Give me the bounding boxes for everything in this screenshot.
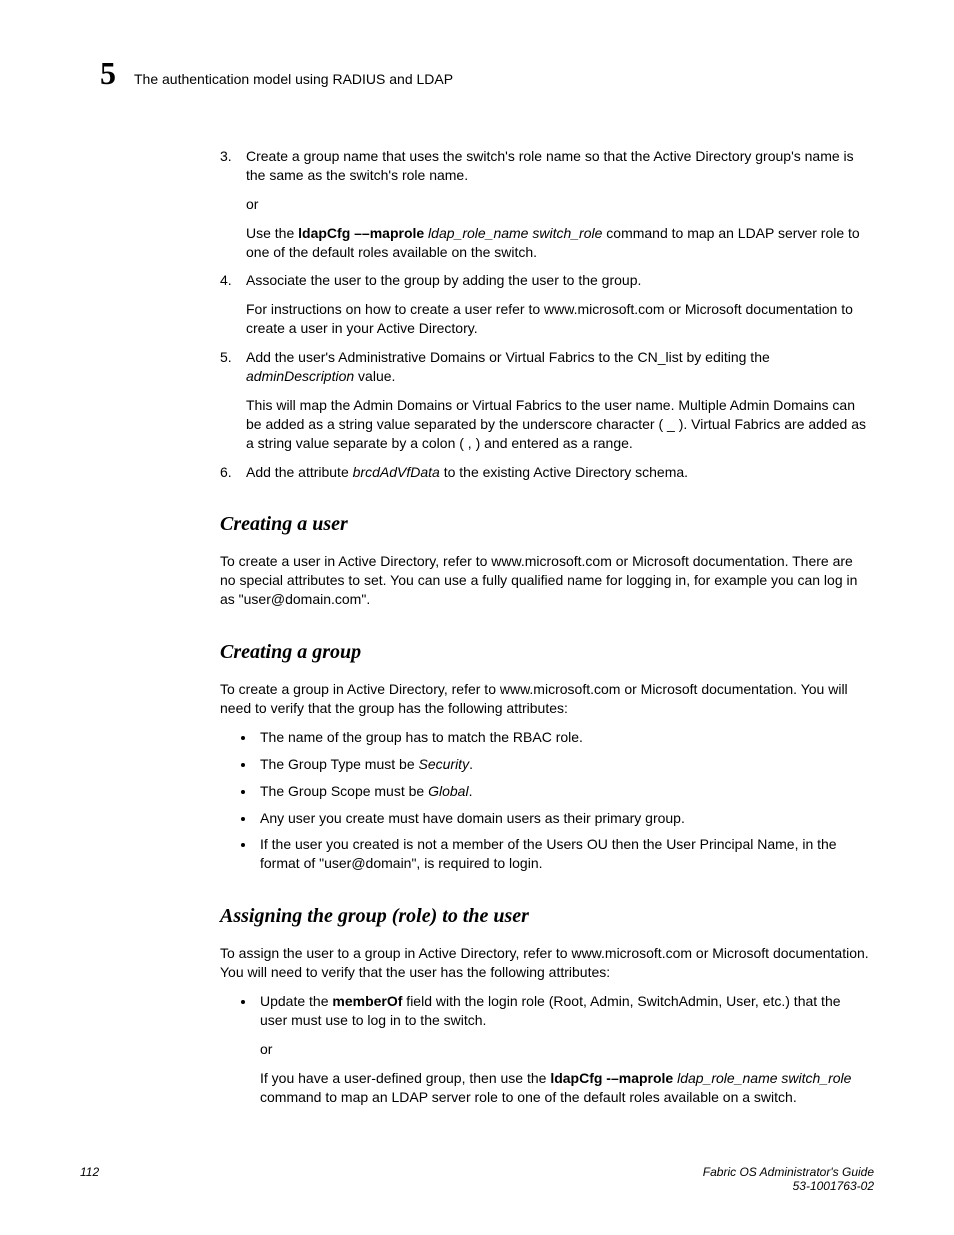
step-3-cmd: Use the ldapCfg ––maprole ldap_role_name…	[246, 224, 869, 262]
text: command to map an LDAP server role to on…	[260, 1089, 797, 1105]
heading-assigning-group: Assigning the group (role) to the user	[220, 903, 869, 930]
step-4-detail: For instructions on how to create a user…	[246, 300, 869, 338]
step-text: Add the attribute brcdAdVfData to the ex…	[246, 463, 688, 482]
page-footer: 112 Fabric OS Administrator's Guide 53-1…	[80, 1165, 874, 1193]
step-4: 4. Associate the user to the group by ad…	[220, 271, 869, 290]
attribute-name: adminDescription	[246, 368, 354, 384]
step-3-or: or	[246, 195, 869, 214]
list-item: Update the memberOf field with the login…	[256, 992, 869, 1106]
text: Add the attribute	[246, 464, 353, 480]
field-name: memberOf	[332, 993, 402, 1009]
text: If you have a user-defined group, then u…	[260, 1070, 550, 1086]
step-text: Create a group name that uses the switch…	[246, 147, 869, 185]
text: Use the	[246, 225, 298, 241]
command-name: ldapCfg ––maprole	[298, 225, 424, 241]
group-attributes-list: The name of the group has to match the R…	[220, 728, 869, 873]
step-number: 6.	[220, 463, 238, 482]
step-5: 5. Add the user's Administrative Domains…	[220, 348, 869, 386]
doc-number: 53-1001763-02	[793, 1179, 874, 1193]
step-5-detail: This will map the Admin Domains or Virtu…	[246, 396, 869, 453]
step-3: 3. Create a group name that uses the swi…	[220, 147, 869, 185]
text: Update the	[260, 993, 332, 1009]
creating-group-body: To create a group in Active Directory, r…	[220, 680, 869, 718]
text: .	[469, 756, 473, 772]
list-item: The name of the group has to match the R…	[256, 728, 869, 747]
step-number: 5.	[220, 348, 238, 386]
step-number: 3.	[220, 147, 238, 185]
header-title: The authentication model using RADIUS an…	[134, 71, 453, 87]
list-item: The Group Type must be Security.	[256, 755, 869, 774]
heading-creating-group: Creating a group	[220, 639, 869, 666]
creating-user-body: To create a user in Active Directory, re…	[220, 552, 869, 609]
step-text: Associate the user to the group by addin…	[246, 271, 641, 290]
text: to the existing Active Directory schema.	[440, 464, 688, 480]
list-item: If the user you created is not a member …	[256, 835, 869, 873]
heading-creating-user: Creating a user	[220, 511, 869, 538]
text: The Group Scope must be	[260, 783, 428, 799]
text: value.	[354, 368, 395, 384]
text: Add the user's Administrative Domains or…	[246, 349, 770, 365]
command-name: ldapCfg -–maprole	[550, 1070, 673, 1086]
list-item: Any user you create must have domain use…	[256, 809, 869, 828]
value: Security	[419, 756, 470, 772]
chapter-number: 5	[100, 55, 116, 92]
command-args: ldap_role_name switch_role	[673, 1070, 851, 1086]
footer-right: Fabric OS Administrator's Guide 53-10017…	[703, 1165, 874, 1193]
command-args: ldap_role_name switch_role	[424, 225, 602, 241]
page-number: 112	[80, 1165, 99, 1193]
doc-title: Fabric OS Administrator's Guide	[703, 1165, 874, 1179]
step-text: Add the user's Administrative Domains or…	[246, 348, 869, 386]
list-item: The Group Scope must be Global.	[256, 782, 869, 801]
assign-attributes-list: Update the memberOf field with the login…	[220, 992, 869, 1106]
value: Global	[428, 783, 468, 799]
alternative-text: If you have a user-defined group, then u…	[260, 1069, 869, 1107]
running-header: 5 The authentication model using RADIUS …	[80, 55, 874, 92]
text: .	[469, 783, 473, 799]
step-number: 4.	[220, 271, 238, 290]
attribute-name: brcdAdVfData	[353, 464, 440, 480]
step-6: 6. Add the attribute brcdAdVfData to the…	[220, 463, 869, 482]
body-content: 3. Create a group name that uses the swi…	[220, 147, 869, 1107]
or-separator: or	[260, 1040, 869, 1059]
page-container: 5 The authentication model using RADIUS …	[0, 0, 954, 1235]
text: The Group Type must be	[260, 756, 419, 772]
assigning-group-body: To assign the user to a group in Active …	[220, 944, 869, 982]
